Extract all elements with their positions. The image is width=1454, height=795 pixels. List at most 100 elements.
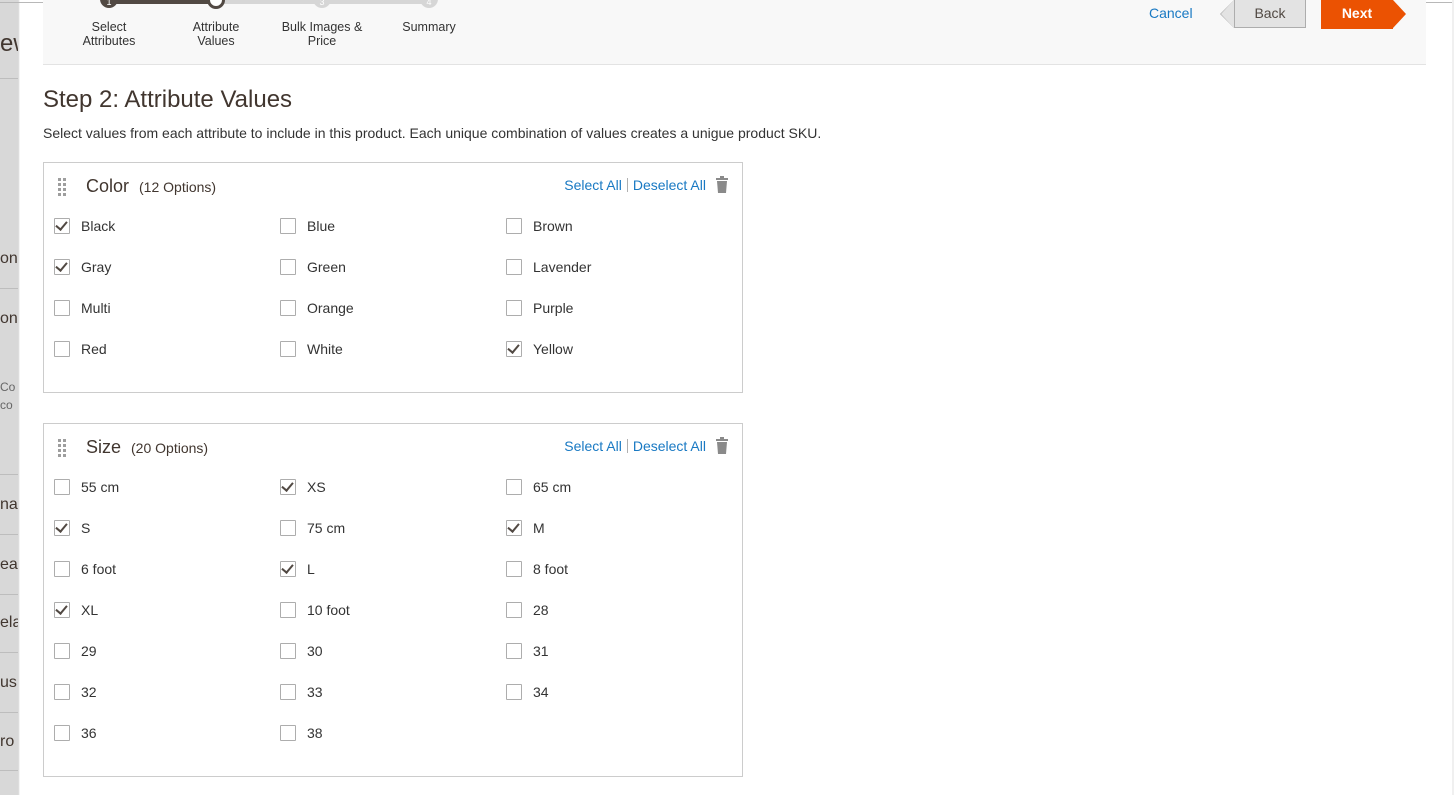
checkbox-checked[interactable]: [506, 341, 522, 357]
option-checkbox-item[interactable]: 6 foot: [54, 559, 116, 579]
deselect-all-button[interactable]: Deselect All: [633, 177, 706, 193]
back-button[interactable]: Back: [1234, 0, 1306, 28]
trash-icon[interactable]: [716, 176, 728, 193]
option-checkbox-item[interactable]: Green: [280, 257, 346, 277]
checkbox-unchecked[interactable]: [54, 643, 70, 659]
checkbox-unchecked[interactable]: [280, 259, 296, 275]
checkbox-unchecked[interactable]: [506, 218, 522, 234]
option-label: Blue: [307, 218, 336, 234]
step-1-label[interactable]: Select Attributes: [54, 20, 164, 48]
option-checkbox-item[interactable]: Black: [54, 216, 115, 236]
option-checkbox-item[interactable]: 10 foot: [280, 600, 350, 620]
checkbox-unchecked[interactable]: [506, 561, 522, 577]
option-checkbox-item[interactable]: M: [506, 518, 545, 538]
step-4-label[interactable]: Summary: [374, 20, 484, 34]
option-checkbox-item[interactable]: XL: [54, 600, 98, 620]
drag-handle-icon[interactable]: [58, 178, 68, 196]
checkbox-unchecked[interactable]: [280, 725, 296, 741]
select-all-button[interactable]: Select All: [564, 177, 622, 193]
option-label: XL: [81, 602, 99, 618]
option-checkbox-item[interactable]: 31: [506, 641, 549, 661]
option-checkbox-item[interactable]: XS: [280, 477, 326, 497]
option-checkbox-item[interactable]: 34: [506, 682, 549, 702]
checkbox-unchecked[interactable]: [506, 479, 522, 495]
checkbox-checked[interactable]: [54, 520, 70, 536]
option-checkbox-item[interactable]: Purple: [506, 298, 573, 318]
attribute-name: Size: [86, 437, 122, 457]
option-checkbox-item[interactable]: 33: [280, 682, 323, 702]
option-checkbox-item[interactable]: Lavender: [506, 257, 591, 277]
option-checkbox-item[interactable]: Multi: [54, 298, 111, 318]
cancel-button[interactable]: Cancel: [1149, 5, 1193, 21]
checkbox-checked[interactable]: [54, 218, 70, 234]
bg-fragment: us: [0, 674, 17, 691]
option-checkbox-item[interactable]: L: [280, 559, 315, 579]
option-label: M: [533, 520, 545, 536]
next-button-arrow[interactable]: [1393, 0, 1406, 28]
checkbox-unchecked[interactable]: [506, 684, 522, 700]
step-1-dot[interactable]: 1: [100, 0, 118, 8]
option-checkbox-item[interactable]: 30: [280, 641, 323, 661]
select-all-button[interactable]: Select All: [564, 438, 622, 454]
option-checkbox-item[interactable]: White: [280, 339, 343, 359]
option-checkbox-item[interactable]: Red: [54, 339, 107, 359]
option-label: Green: [307, 259, 346, 275]
option-checkbox-item[interactable]: Orange: [280, 298, 354, 318]
option-checkbox-item[interactable]: S: [54, 518, 90, 538]
step-3-dot[interactable]: 3: [313, 0, 331, 8]
checkbox-unchecked[interactable]: [506, 602, 522, 618]
attribute-panel-color: Color (12 Options) Select All Deselect Al…: [43, 162, 743, 393]
checkbox-unchecked[interactable]: [54, 341, 70, 357]
checkbox-unchecked[interactable]: [54, 725, 70, 741]
trash-icon[interactable]: [716, 437, 728, 454]
checkbox-checked[interactable]: [54, 259, 70, 275]
option-checkbox-item[interactable]: 32: [54, 682, 97, 702]
option-label: XS: [307, 479, 326, 495]
option-label: Brown: [533, 218, 573, 234]
step-4-dot[interactable]: 4: [420, 0, 438, 8]
option-checkbox-item[interactable]: Brown: [506, 216, 573, 236]
checkbox-unchecked[interactable]: [280, 520, 296, 536]
action-separator: [626, 438, 628, 453]
option-checkbox-item[interactable]: 29: [54, 641, 97, 661]
checkbox-unchecked[interactable]: [280, 602, 296, 618]
step-3-label[interactable]: Bulk Images & Price: [267, 20, 377, 48]
drag-handle-icon[interactable]: [58, 439, 68, 457]
checkbox-unchecked[interactable]: [280, 341, 296, 357]
checkbox-unchecked[interactable]: [54, 561, 70, 577]
option-checkbox-item[interactable]: 28: [506, 600, 549, 620]
step-2-dot[interactable]: [207, 0, 225, 9]
option-label: 75 cm: [307, 520, 346, 536]
option-checkbox-item[interactable]: Yellow: [506, 339, 573, 359]
checkbox-unchecked[interactable]: [280, 684, 296, 700]
option-checkbox-item[interactable]: Gray: [54, 257, 111, 277]
modal-shadow: [18, 0, 20, 795]
option-checkbox-item[interactable]: 55 cm: [54, 477, 119, 497]
checkbox-checked[interactable]: [54, 602, 70, 618]
option-checkbox-item[interactable]: 8 foot: [506, 559, 568, 579]
checkbox-checked[interactable]: [280, 561, 296, 577]
checkbox-checked[interactable]: [506, 520, 522, 536]
checkbox-unchecked[interactable]: [506, 259, 522, 275]
deselect-all-button[interactable]: Deselect All: [633, 438, 706, 454]
checkbox-unchecked[interactable]: [506, 300, 522, 316]
option-checkbox-item[interactable]: Blue: [280, 216, 335, 236]
checkbox-unchecked[interactable]: [54, 684, 70, 700]
checkbox-unchecked[interactable]: [54, 479, 70, 495]
option-label: Multi: [81, 300, 111, 316]
checkbox-unchecked[interactable]: [54, 300, 70, 316]
option-checkbox-item[interactable]: 38: [280, 723, 323, 743]
option-label: 33: [307, 684, 323, 700]
back-button-arrow[interactable]: [1221, 0, 1234, 28]
checkbox-unchecked[interactable]: [280, 218, 296, 234]
checkbox-checked[interactable]: [280, 479, 296, 495]
step-2-label[interactable]: Attribute Values: [161, 20, 271, 48]
next-button[interactable]: Next: [1321, 0, 1393, 29]
option-checkbox-item[interactable]: 65 cm: [506, 477, 571, 497]
checkbox-unchecked[interactable]: [280, 643, 296, 659]
option-checkbox-item[interactable]: 36: [54, 723, 97, 743]
checkbox-unchecked[interactable]: [506, 643, 522, 659]
attribute-title: Size (20 Options): [86, 437, 208, 458]
option-checkbox-item[interactable]: 75 cm: [280, 518, 345, 538]
checkbox-unchecked[interactable]: [280, 300, 296, 316]
